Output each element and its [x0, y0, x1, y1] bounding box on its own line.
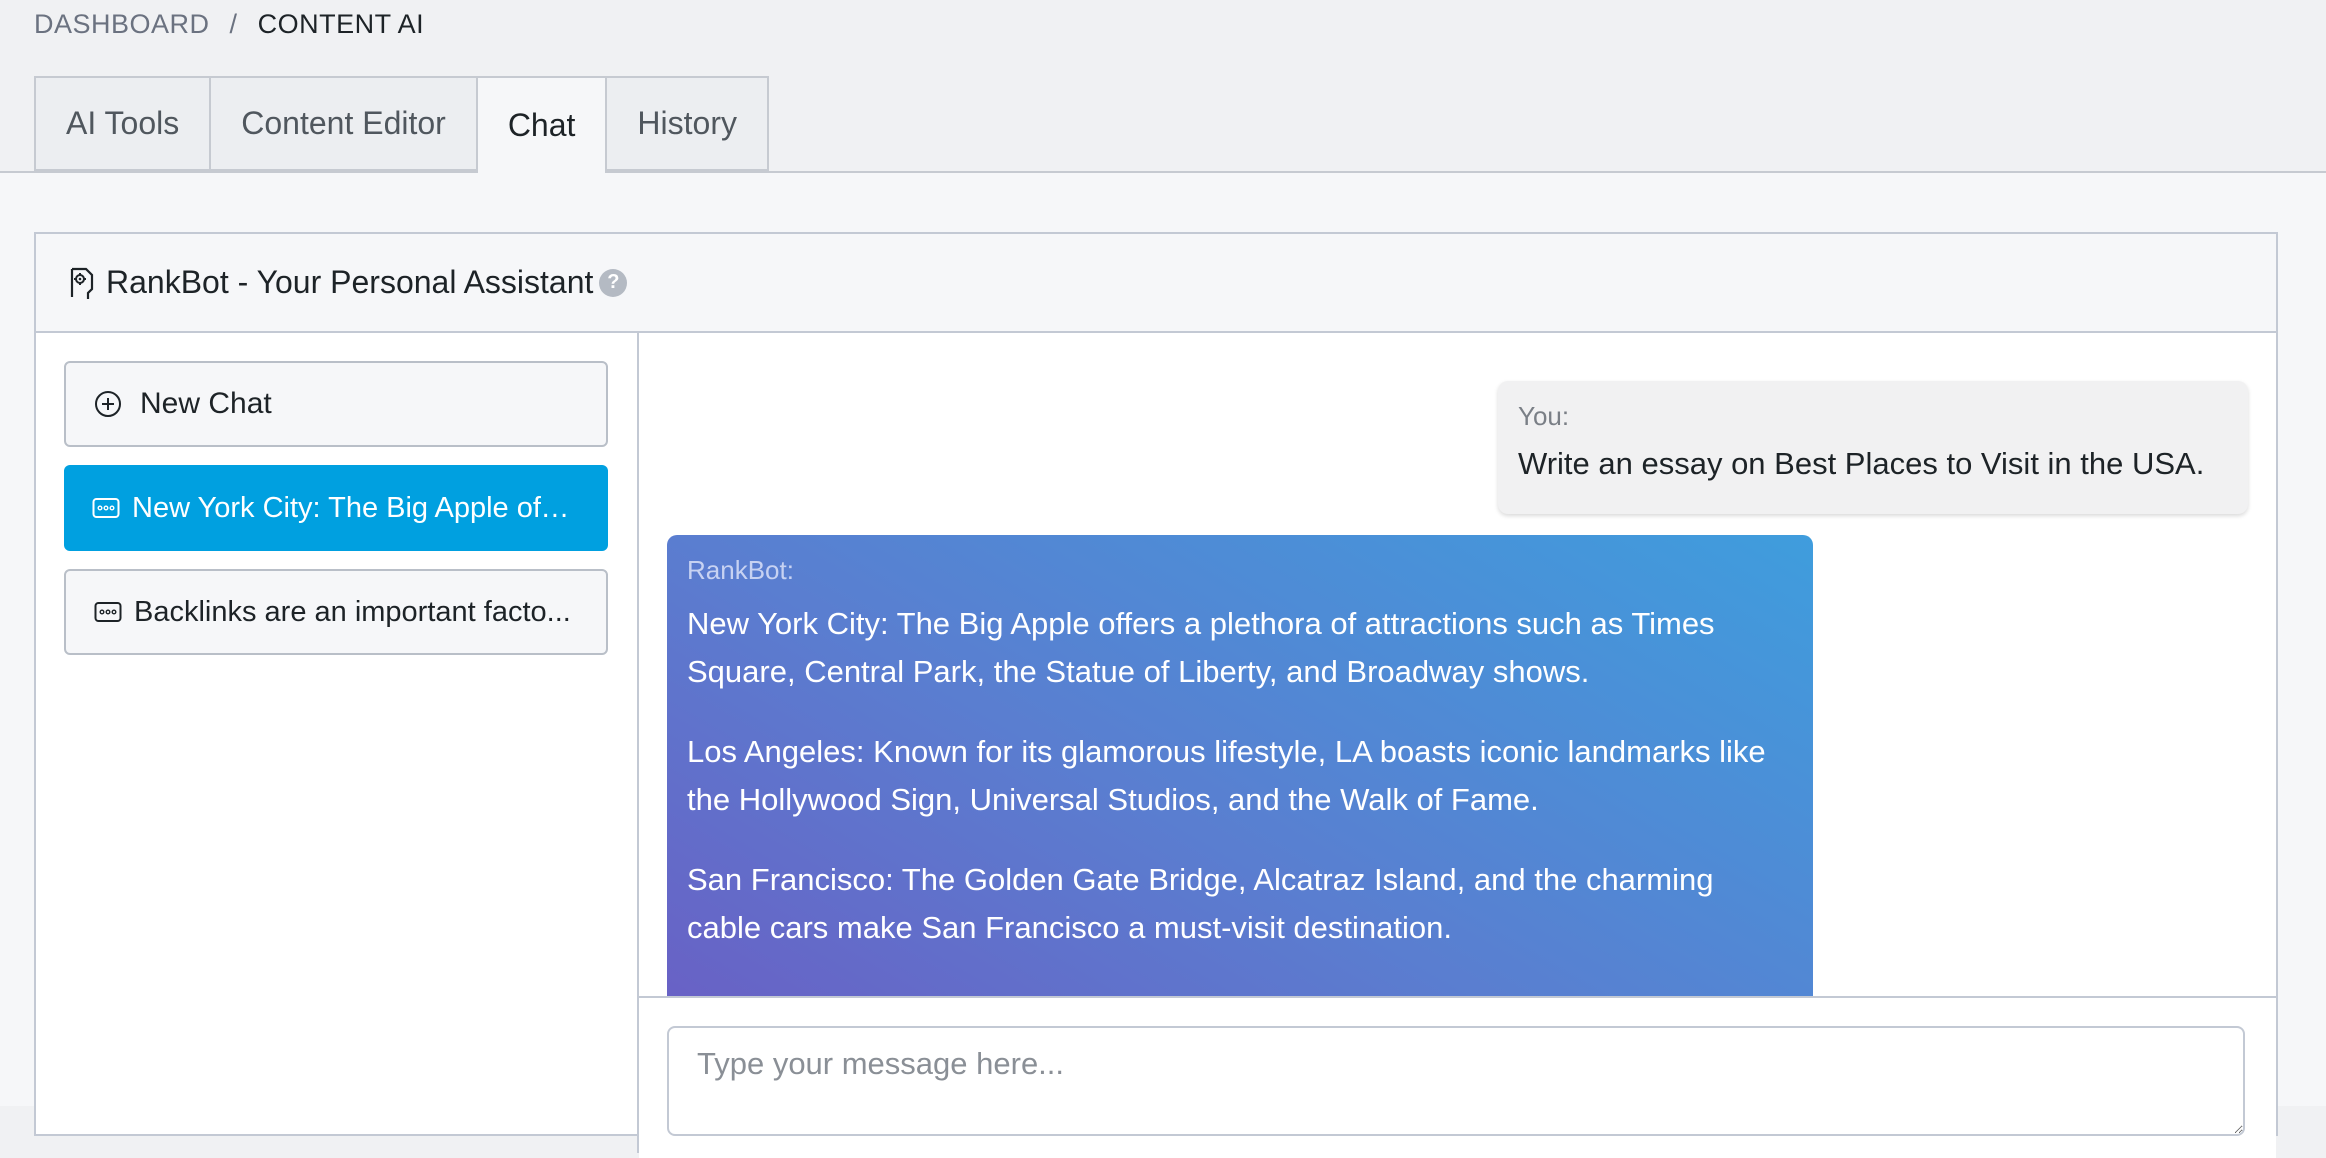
breadcrumb-current: CONTENT AI	[257, 9, 425, 39]
composer	[639, 996, 2276, 1158]
breadcrumb-dashboard-link[interactable]: DASHBOARD	[34, 9, 210, 39]
message-icon	[92, 498, 120, 518]
tab-content-editor[interactable]: Content Editor	[209, 76, 476, 171]
chat-sidebar: New Chat New York City: The Big Apple of…	[36, 333, 639, 1153]
tab-history[interactable]: History	[605, 76, 769, 171]
bot-message-paragraph: New York City: The Big Apple offers a pl…	[687, 606, 1715, 689]
chat-history-item[interactable]: New York City: The Big Apple off...	[64, 465, 608, 551]
panel-header: RankBot - Your Personal Assistant ?	[36, 234, 2276, 333]
question-circle-icon[interactable]: ?	[599, 268, 628, 297]
plus-circle-icon	[95, 391, 121, 417]
bot-message-paragraph: San Francisco: The Golden Gate Bridge, A…	[687, 862, 1714, 945]
user-message-bubble: You: Write an essay on Best Places to Vi…	[1498, 381, 2248, 514]
panel-title: RankBot - Your Personal Assistant	[106, 264, 594, 300]
breadcrumb: DASHBOARD / CONTENT AI	[34, 9, 424, 40]
chat-history-label: New York City: The Big Apple off...	[132, 491, 572, 524]
tab-bar: AI Tools Content Editor Chat History	[34, 76, 769, 173]
user-message-text: Write an essay on Best Places to Visit i…	[1518, 446, 2205, 481]
message-list[interactable]: You: Write an essay on Best Places to Vi…	[639, 333, 2276, 996]
user-sender-label: You:	[1518, 401, 1570, 431]
new-chat-button[interactable]: New Chat	[64, 361, 608, 447]
bot-message-bubble: RankBot: New York City: The Big Apple of…	[667, 535, 1813, 996]
tab-ai-tools[interactable]: AI Tools	[34, 76, 210, 171]
tab-chat[interactable]: Chat	[475, 76, 606, 173]
new-chat-label: New Chat	[140, 387, 272, 420]
message-input[interactable]	[667, 1026, 2245, 1136]
robot-icon	[70, 267, 94, 299]
chat-panel: RankBot - Your Personal Assistant ? New …	[34, 232, 2278, 1158]
chat-history-item[interactable]: Backlinks are an important facto...	[64, 569, 608, 655]
breadcrumb-separator: /	[229, 9, 238, 39]
bot-sender-label: RankBot:	[687, 555, 794, 585]
chat-history-label: Backlinks are an important facto...	[134, 595, 571, 628]
message-icon	[94, 602, 122, 622]
bot-message-paragraph: Los Angeles: Known for its glamorous lif…	[687, 734, 1766, 817]
